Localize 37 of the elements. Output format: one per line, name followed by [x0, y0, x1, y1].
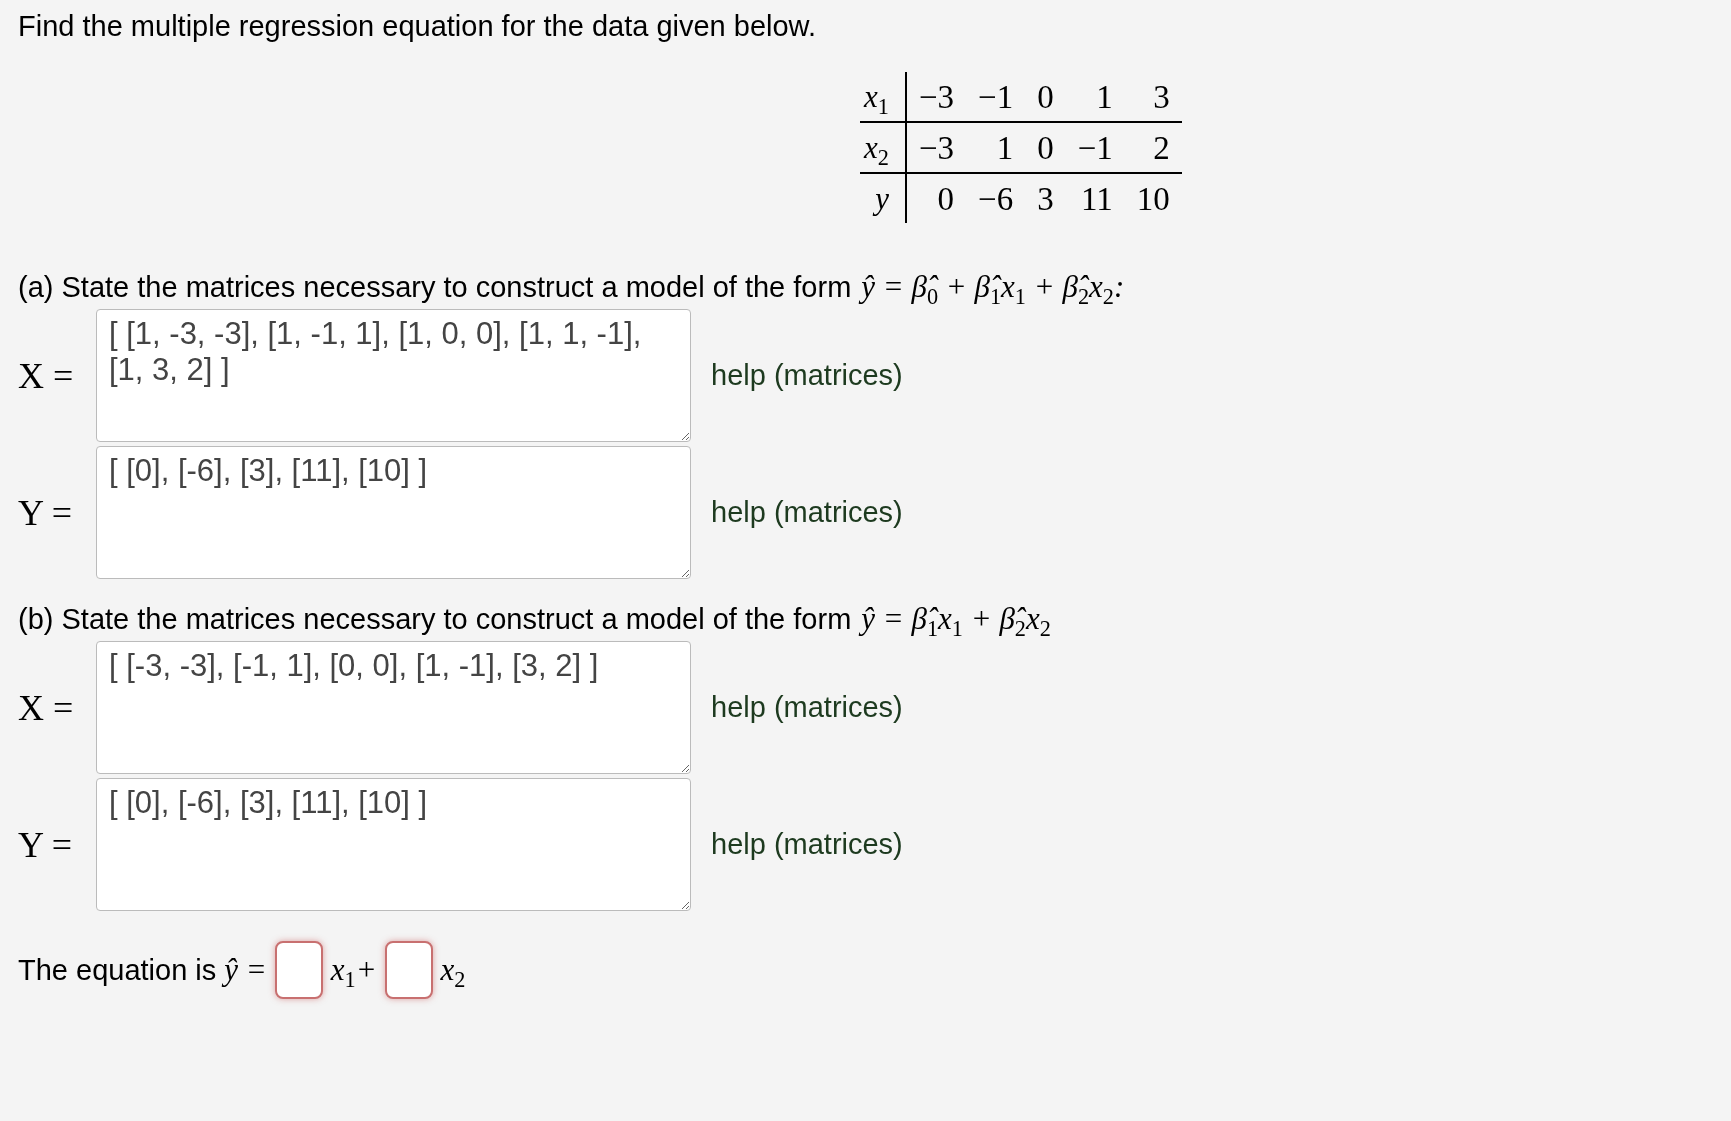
table-cell: 3 [1153, 78, 1170, 115]
table-cell: 3 [1037, 180, 1054, 217]
row-label: x$_{1}$ [864, 79, 889, 114]
table-cell: 11 [1081, 180, 1113, 217]
table-cell: −1 [1077, 129, 1113, 166]
input-field[interactable]: [ [-3, -3], [-1, 1], [0, 0], [1, -1], [3, 2] ] [96, 641, 691, 774]
table-cell: 0 [1037, 78, 1054, 115]
table-cell: −1 [978, 78, 1014, 115]
matrix-label: Y = [18, 823, 73, 866]
input-field[interactable]: [ [0], [-6], [3], [11], [10] ] [96, 446, 691, 579]
question-text: Find the multiple regression equation for the data given below. [18, 9, 817, 44]
question-text: (b) State the matrices necessary to construct a model of the form [18, 602, 852, 637]
question-text: (a) State the matrices necessary to construct a model of the form [18, 270, 852, 305]
row-label: x$_{2}$ [864, 130, 889, 165]
help-link[interactable]: help (matrices) [711, 496, 903, 529]
table-cell: −3 [918, 78, 955, 115]
matrix-label: X = [18, 354, 75, 397]
table-cell: 1 [996, 129, 1014, 166]
matrix-label: X = [18, 686, 75, 729]
help-link[interactable]: help (matrices) [711, 359, 903, 392]
answer-box[interactable] [274, 941, 323, 999]
equation-text: The equation is [18, 953, 217, 987]
table-cell: 0 [937, 180, 955, 217]
table-cell: 10 [1136, 180, 1170, 217]
variable-term: x$_{2}$ [440, 952, 466, 988]
input-field[interactable]: [ [0], [-6], [3], [11], [10] ] [96, 778, 691, 911]
help-link[interactable]: help (matrices) [711, 691, 903, 724]
table-cell: −6 [978, 180, 1014, 217]
answer-box[interactable] [384, 941, 433, 999]
variable-term: x$_{1}$+ [330, 952, 377, 988]
table-cell: 1 [1096, 78, 1113, 115]
table-cell: −3 [918, 129, 955, 166]
help-link[interactable]: help (matrices) [711, 828, 903, 861]
matrix-label: Y = [18, 491, 73, 534]
table-cell: 0 [1037, 129, 1054, 166]
input-field[interactable]: [ [1, -3, -3], [1, -1, 1], [1, 0, 0], [1, 1, -1], [1, 3, 2] ] [96, 309, 691, 442]
table-cell: 2 [1153, 129, 1170, 166]
